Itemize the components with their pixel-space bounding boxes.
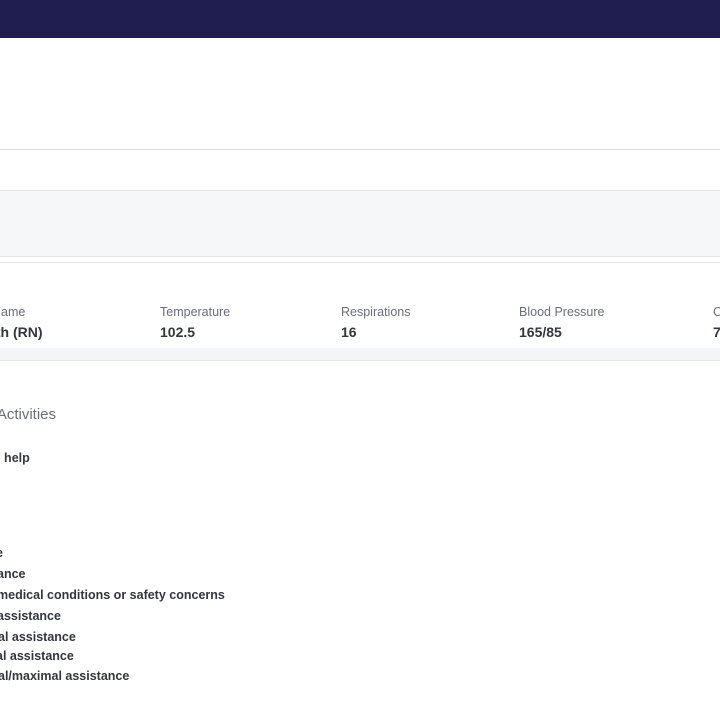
activities-subheading: ne help xyxy=(0,451,30,465)
top-navigation-bar xyxy=(0,0,720,38)
vital-o2-value: 7 xyxy=(713,324,720,340)
info-band xyxy=(0,190,720,257)
vital-name-label: Name xyxy=(0,305,26,319)
vital-respirations-label: Respirations xyxy=(341,305,411,319)
page: Name ith (RN) Temperature 102.5 Respirat… xyxy=(0,0,720,720)
assistance-option[interactable]: al/maximal assistance xyxy=(0,669,129,683)
vitals-divider xyxy=(0,348,720,361)
vital-respirations-value: 16 xyxy=(341,324,357,340)
assistance-option[interactable]: al assistance xyxy=(0,630,76,644)
vital-respirations: Respirations 16 xyxy=(341,305,410,341)
vital-temperature-label: Temperature xyxy=(160,305,231,319)
vital-name-value: ith (RN) xyxy=(0,324,43,340)
assistance-option[interactable]: al assistance xyxy=(0,649,74,663)
vital-temperature-value: 102.5 xyxy=(160,324,196,340)
assistance-option[interactable]: medical conditions or safety concerns xyxy=(0,588,225,602)
vital-blood-pressure: Blood Pressure 165/85 xyxy=(519,305,604,341)
vital-o2: C 7 xyxy=(713,305,720,341)
assistance-option[interactable]: assistance xyxy=(0,609,61,623)
vital-blood-pressure-label: Blood Pressure xyxy=(519,305,605,319)
assistance-option[interactable]: ance xyxy=(0,567,26,581)
vital-o2-label: C xyxy=(713,305,720,319)
activities-section-title-text: Activities xyxy=(0,406,57,423)
vital-name: Name ith (RN) xyxy=(0,305,43,341)
vital-blood-pressure-value: 165/85 xyxy=(519,324,562,340)
activities-section-title: y Activities xyxy=(0,406,56,423)
header-area xyxy=(0,38,720,150)
vital-temperature: Temperature 102.5 xyxy=(160,305,230,341)
assistance-option[interactable]: ce xyxy=(0,546,3,560)
